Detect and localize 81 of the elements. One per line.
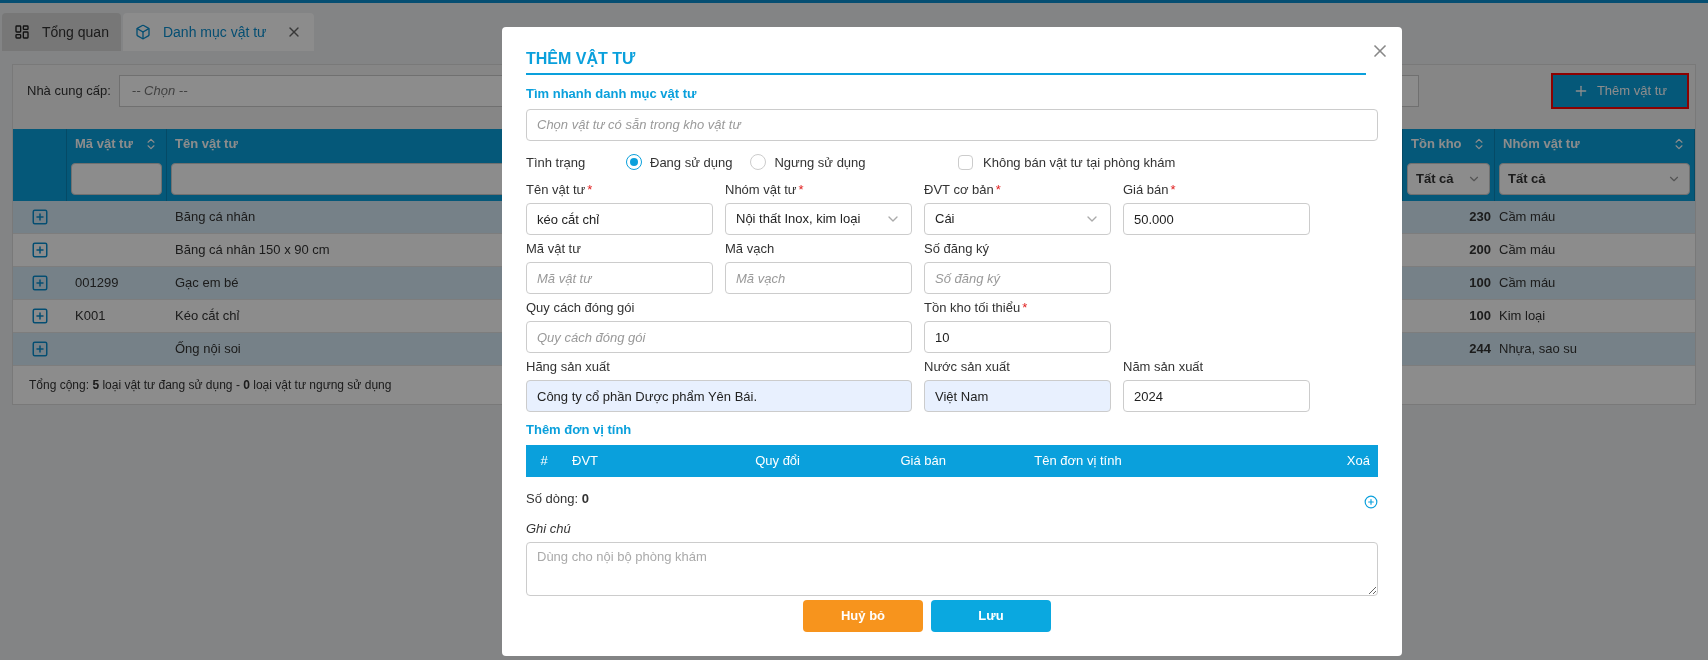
table-cell: Băng cá nhân bbox=[175, 209, 256, 225]
table-cell: 100 bbox=[1469, 308, 1491, 324]
table-cell: Cầm máu bbox=[1499, 275, 1556, 291]
filter-label: Nhà cung cấp: bbox=[27, 82, 111, 101]
expand-row-icon[interactable] bbox=[31, 274, 49, 292]
table-cell: Gạc em bé bbox=[175, 275, 239, 291]
column-header: # bbox=[540, 452, 548, 468]
radio-option[interactable]: Ngưng sử dụng bbox=[750, 152, 866, 172]
required-mark: * bbox=[587, 182, 593, 197]
field-label: Tồn kho tối thiểu bbox=[924, 300, 1021, 315]
tab[interactable]: Tổng quan bbox=[2, 13, 121, 51]
column-header: Mã vật tư bbox=[75, 135, 133, 154]
section-title: Thêm đơn vị tính bbox=[526, 421, 632, 439]
dropdown-select[interactable]: Nội thất Inox, kim loại bbox=[725, 203, 912, 235]
table-cell: Cầm máu bbox=[1499, 242, 1556, 258]
table-cell: 100 bbox=[1469, 275, 1491, 291]
row-count: Số dòng: 0 bbox=[526, 489, 589, 508]
text-field[interactable]: Quy cách đóng gói bbox=[526, 321, 912, 353]
dashboard-icon bbox=[14, 24, 30, 40]
table-cell: 001299 bbox=[75, 275, 119, 291]
required-mark: * bbox=[995, 182, 1001, 197]
field-label: Tên vật tư bbox=[526, 182, 586, 197]
column-header: Tên đơn vị tính bbox=[1034, 452, 1122, 468]
add-row-icon[interactable] bbox=[1364, 494, 1378, 509]
text-field[interactable]: Mã vạch bbox=[725, 262, 912, 294]
column-header: Nhóm vật tư bbox=[1503, 135, 1580, 154]
text-field[interactable]: 50.000 bbox=[1123, 203, 1310, 235]
table-cell: Ống nội soi bbox=[175, 341, 241, 357]
field-label: Mã vạch bbox=[725, 241, 775, 256]
table-cell: K001 bbox=[75, 308, 106, 324]
column-header: Xoá bbox=[1346, 452, 1370, 468]
expand-row-icon[interactable] bbox=[31, 340, 49, 358]
table-cell: Nhựa, sao su bbox=[1499, 341, 1578, 357]
table-cell: Băng cá nhân 150 x 90 cm bbox=[175, 242, 330, 258]
column-header: Quy đổi bbox=[755, 452, 800, 468]
field-label: Mã vật tư bbox=[526, 241, 581, 256]
table-cell: 244 bbox=[1469, 341, 1491, 357]
expand-row-icon[interactable] bbox=[31, 307, 49, 325]
table-cell: 230 bbox=[1469, 209, 1491, 225]
box-icon bbox=[134, 24, 151, 40]
column-header: Giá bán bbox=[900, 452, 946, 468]
column-header: Tồn kho bbox=[1411, 135, 1462, 154]
field-label: Giá bán bbox=[1123, 182, 1169, 197]
field-label: Nước sản xuất bbox=[924, 359, 1010, 374]
table-cell: Cầm máu bbox=[1499, 209, 1556, 225]
required-mark: * bbox=[1022, 300, 1028, 315]
field-label: Nhóm vật tư bbox=[725, 182, 797, 197]
status-label: Tình trạng bbox=[526, 154, 586, 170]
text-field[interactable]: 10 bbox=[924, 321, 1111, 353]
column-filter-field[interactable] bbox=[71, 163, 162, 195]
column-filter-select[interactable]: Tất cả bbox=[1407, 163, 1490, 195]
note-label: Ghi chú bbox=[526, 519, 571, 538]
text-field[interactable]: Số đăng ký bbox=[924, 262, 1111, 294]
required-mark: * bbox=[1170, 182, 1176, 197]
column-header: Tên vật tư bbox=[175, 135, 238, 154]
checkbox-option[interactable]: Không bán vật tư tại phòng khám bbox=[958, 152, 1176, 172]
expand-row-icon[interactable] bbox=[31, 241, 49, 259]
field-label: ĐVT cơ bản bbox=[924, 182, 994, 197]
field-label: Quy cách đóng gói bbox=[526, 300, 635, 315]
dropdown-select[interactable]: Cái bbox=[924, 203, 1111, 235]
expand-row-icon[interactable] bbox=[31, 208, 49, 226]
text-field[interactable]: Công ty cổ phần Dược phẩm Yên Bái. bbox=[526, 380, 912, 412]
text-field[interactable]: Việt Nam bbox=[924, 380, 1111, 412]
required-mark: * bbox=[798, 182, 804, 197]
table-cell: Kéo cắt chỉ bbox=[175, 308, 240, 324]
text-field[interactable]: kéo cắt chỉ bbox=[526, 203, 713, 235]
section-title: Tìm nhanh danh mục vật tư bbox=[526, 85, 697, 103]
text-field[interactable]: Mã vật tư bbox=[526, 262, 713, 294]
text-field[interactable]: 2024 bbox=[1123, 380, 1310, 412]
search-field[interactable]: Chọn vật tư có sẵn trong kho vật tư bbox=[526, 108, 1378, 141]
note-field[interactable]: Dùng cho nội bộ phòng khám bbox=[526, 542, 1378, 596]
table-cell: Kim loại bbox=[1499, 308, 1546, 324]
field-label: Năm sản xuất bbox=[1123, 359, 1204, 374]
column-filter-select[interactable]: Tất cả bbox=[1499, 163, 1690, 195]
field-label: Số đăng ký bbox=[924, 241, 990, 256]
radio-option[interactable]: Đang sử dụng bbox=[626, 152, 733, 172]
dialog-title: THÊM VẬT TƯ bbox=[526, 50, 636, 67]
table-cell: 200 bbox=[1469, 242, 1491, 258]
column-header: ĐVT bbox=[572, 452, 598, 468]
field-label: Hãng sản xuất bbox=[526, 359, 610, 374]
summary-text: Tổng cộng: 5 loại vật tư đang sử dụng - 0 loại vật tư ngưng sử dụng bbox=[29, 377, 392, 394]
